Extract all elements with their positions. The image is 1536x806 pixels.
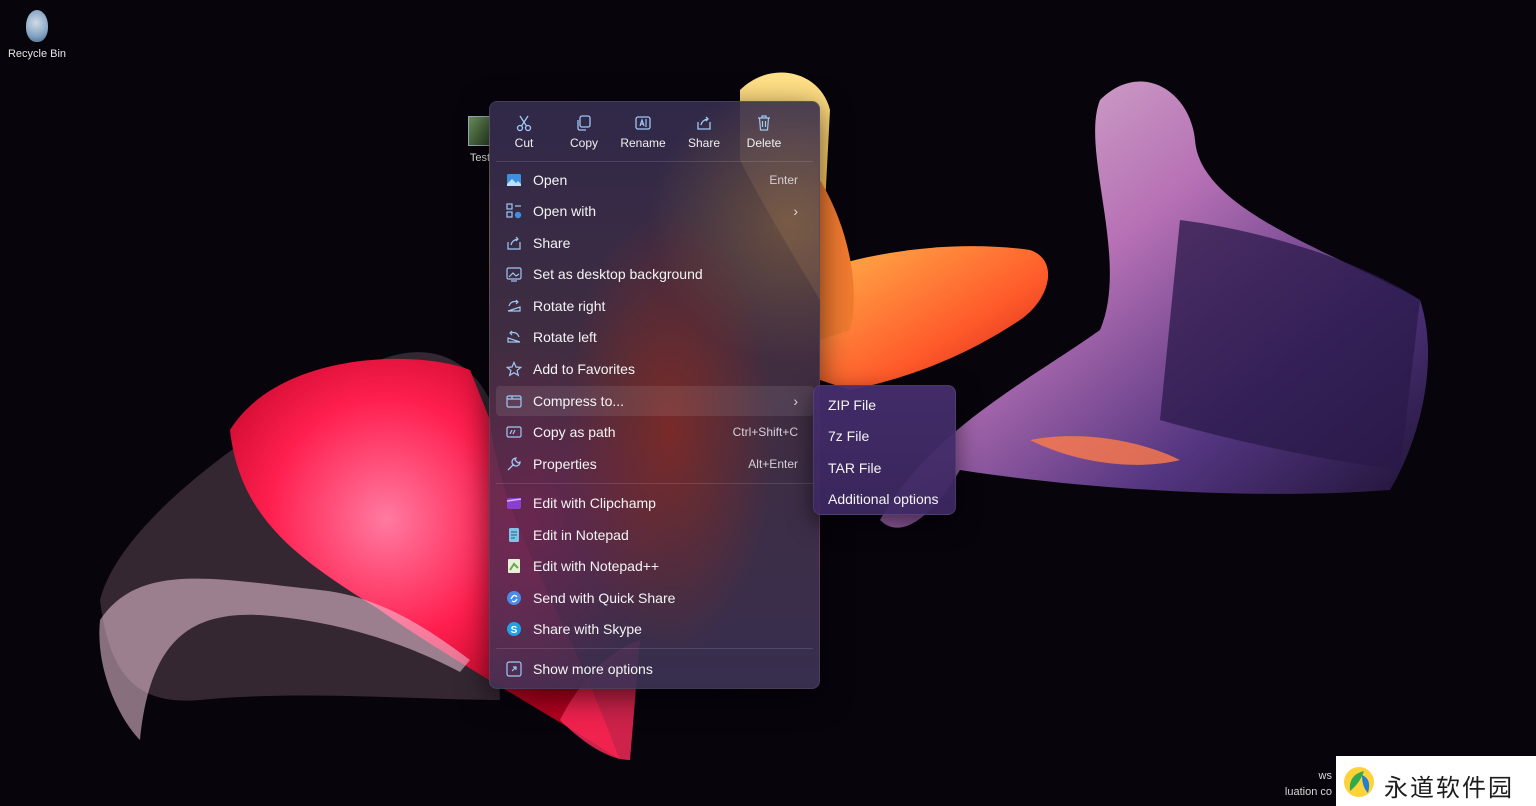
notepad-icon: [509, 528, 519, 542]
menu-item-label: Edit in Notepad: [533, 527, 629, 543]
separator: [496, 161, 813, 162]
rotate-left-icon: [507, 330, 521, 343]
image-file-thumbnail: [468, 116, 490, 146]
submenu-item-label: ZIP File: [828, 397, 876, 413]
compress-submenu: ZIP File 7z File TAR File Additional opt…: [813, 385, 956, 515]
menu-item-label: Edit with Notepad++: [533, 558, 660, 574]
menu-item-open-with[interactable]: Open with ›: [496, 196, 814, 226]
menu-item-add-to-favorites[interactable]: Add to Favorites: [496, 354, 814, 384]
rotate-right-icon: [507, 299, 521, 312]
submenu-item-label: Additional options: [828, 491, 939, 507]
menu-item-compress-to[interactable]: Compress to... ›: [496, 386, 814, 416]
submenu-item-zip-file[interactable]: ZIP File: [818, 389, 953, 419]
menu-item-label: Properties: [533, 456, 597, 472]
menu-item-label: Open: [533, 172, 568, 188]
copy-label: Copy: [569, 136, 598, 150]
menu-item-rotate-right[interactable]: Rotate right: [496, 291, 814, 321]
notepad-plus-plus-icon: [508, 559, 520, 573]
desktop-background-icon: [506, 267, 522, 282]
share-top-button[interactable]: Share: [678, 110, 730, 154]
recycle-bin-desktop-icon[interactable]: Recycle Bin: [4, 10, 70, 60]
site-logo-icon: [1344, 767, 1374, 797]
submenu-item-tar-file[interactable]: TAR File: [818, 452, 953, 482]
quick-share-icon: [507, 591, 521, 605]
trash-icon: [758, 115, 770, 131]
recycle-bin-label: Recycle Bin: [7, 48, 67, 60]
rename-button[interactable]: Rename: [617, 110, 669, 154]
svg-text:S: S: [511, 625, 518, 636]
menu-item-properties[interactable]: Properties Alt+Enter: [496, 449, 814, 479]
menu-item-label: Edit with Clipchamp: [533, 495, 656, 511]
shortcut-text: Enter: [769, 173, 798, 187]
menu-item-set-desktop-background[interactable]: Set as desktop background: [496, 259, 814, 289]
chevron-right-icon: ›: [793, 393, 798, 409]
rename-label: Rename: [620, 136, 666, 150]
recycle-bin-icon: [26, 10, 48, 42]
cut-button[interactable]: Cut: [498, 110, 550, 154]
image-icon: [507, 174, 521, 186]
evaluation-watermark: ws luation co: [1232, 768, 1332, 800]
shortcut-text: Alt+Enter: [748, 457, 798, 471]
scissors-icon: [516, 115, 532, 132]
menu-item-rotate-left[interactable]: Rotate left: [496, 322, 814, 352]
rename-icon: [635, 116, 651, 130]
separator: [496, 648, 813, 649]
copy-icon: [577, 115, 591, 131]
menu-item-label: Copy as path: [533, 424, 616, 440]
share-icon: [697, 116, 711, 130]
clipchamp-icon: [506, 498, 522, 509]
copy-button[interactable]: Copy: [558, 110, 610, 154]
submenu-item-label: TAR File: [828, 460, 882, 476]
cut-label: Cut: [514, 136, 534, 150]
menu-item-edit-with-notepad-plus-plus[interactable]: Edit with Notepad++: [496, 551, 814, 581]
shortcut-text: Ctrl+Shift+C: [732, 425, 798, 439]
menu-item-send-with-quick-share[interactable]: Send with Quick Share: [496, 583, 814, 613]
path-icon: [506, 426, 522, 438]
menu-item-share[interactable]: Share: [496, 228, 814, 258]
eval-line-2: luation co: [1284, 786, 1332, 798]
menu-item-edit-with-clipchamp[interactable]: Edit with Clipchamp: [496, 488, 814, 518]
menu-item-label: Set as desktop background: [533, 266, 703, 282]
submenu-item-label: 7z File: [828, 428, 870, 444]
menu-item-label: Share: [533, 235, 571, 251]
menu-item-label: Rotate right: [533, 298, 606, 314]
site-watermark-text: 永道软件园: [1384, 774, 1514, 802]
delete-button[interactable]: Delete: [738, 110, 790, 154]
show-more-options-icon: [506, 661, 522, 677]
separator: [496, 483, 813, 484]
wrench-icon: [507, 457, 521, 471]
menu-item-copy-as-path[interactable]: Copy as path Ctrl+Shift+C: [496, 417, 814, 447]
menu-item-label: Rotate left: [533, 329, 597, 345]
skype-icon: S: [507, 622, 521, 636]
menu-item-edit-in-notepad[interactable]: Edit in Notepad: [496, 520, 814, 550]
menu-item-label: Open with: [533, 203, 597, 219]
submenu-item-additional-options[interactable]: Additional options: [818, 483, 953, 513]
submenu-item-7z-file[interactable]: 7z File: [818, 420, 953, 450]
menu-item-show-more-options[interactable]: Show more options: [496, 654, 814, 684]
menu-item-label: Compress to...: [533, 393, 625, 409]
menu-item-share-with-skype[interactable]: S Share with Skype: [496, 614, 814, 644]
delete-label: Delete: [746, 136, 782, 150]
menu-item-label: Add to Favorites: [533, 361, 635, 377]
menu-item-label: Share with Skype: [533, 621, 642, 637]
eval-line-1: ws: [1318, 770, 1332, 782]
site-watermark: 永道软件园: [1336, 756, 1536, 806]
menu-item-label: Send with Quick Share: [533, 590, 676, 606]
star-icon: [506, 361, 522, 377]
context-menu: Cut Copy Rename Share Delete Open Enter …: [489, 101, 820, 689]
share-icon: [507, 236, 521, 250]
archive-icon: [506, 395, 522, 408]
context-menu-action-bar: Cut Copy Rename Share Delete: [490, 102, 819, 160]
share-top-label: Share: [687, 136, 721, 150]
menu-item-open[interactable]: Open Enter: [496, 165, 814, 195]
apps-icon: [506, 203, 522, 219]
chevron-right-icon: ›: [793, 203, 798, 219]
menu-item-label: Show more options: [533, 661, 653, 677]
